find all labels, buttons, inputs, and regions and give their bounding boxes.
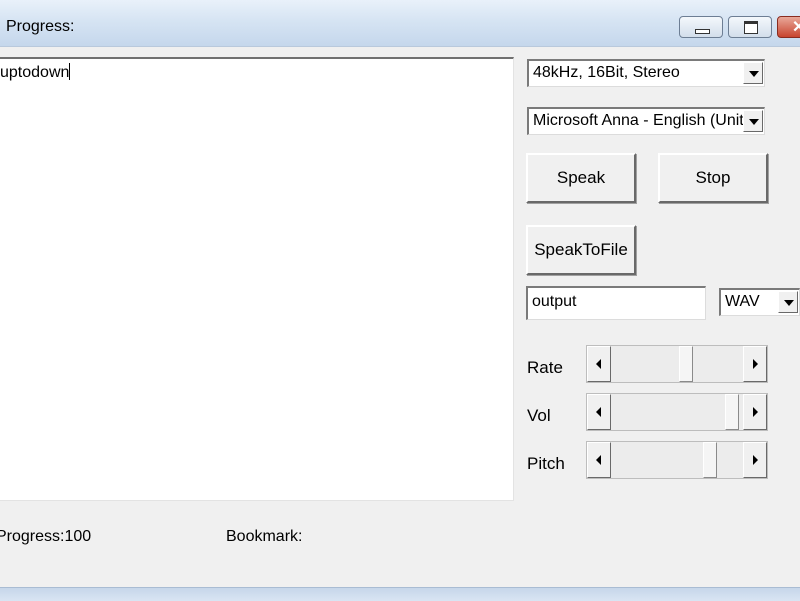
rate-slider-thumb[interactable] [679,346,694,382]
chevron-down-icon[interactable] [743,110,763,132]
pitch-slider-track[interactable] [611,442,743,478]
arrow-left-icon[interactable] [587,346,611,382]
window-title: Progress: [6,18,75,35]
arrow-right-icon[interactable] [743,346,767,382]
vol-label: Vol [527,406,551,425]
pitch-slider-thumb[interactable] [703,442,718,478]
vol-slider-track[interactable] [611,394,743,430]
bookmark-status: Bookmark: [226,528,303,545]
arrow-right-icon[interactable] [743,394,767,430]
voice-value: Microsoft Anna - English (United States) [533,112,764,129]
chevron-down-icon[interactable] [743,62,763,84]
audio-format-select[interactable]: 48kHz, 16Bit, Stereo [527,59,765,87]
rate-slider[interactable] [586,345,768,383]
arrow-left-icon[interactable] [587,394,611,430]
text-caret [69,63,71,80]
maximize-icon [744,21,758,34]
minimize-icon [695,29,710,34]
vol-slider-thumb[interactable] [725,394,740,430]
rate-slider-track[interactable] [611,346,743,382]
audio-format-value: 48kHz, 16Bit, Stereo [533,64,680,81]
close-button[interactable]: ✕ [777,16,800,38]
window-bottom-border [0,587,800,601]
speak-to-file-button[interactable]: SpeakToFile [526,225,636,275]
stop-button[interactable]: Stop [658,153,768,203]
file-type-value: WAV [725,293,760,310]
minimize-button[interactable] [679,16,723,38]
output-filename-value: output [532,293,577,310]
rate-label: Rate [527,358,563,377]
pitch-label: Pitch [527,454,565,473]
progress-status: Progress:100 [0,528,92,545]
arrow-right-icon[interactable] [743,442,767,478]
voice-select[interactable]: Microsoft Anna - English (United States) [527,107,765,135]
editor-text: uptodown [0,63,71,81]
speak-button[interactable]: Speak [526,153,636,203]
vol-slider[interactable] [586,393,768,431]
title-bar: Progress: ✕ [0,0,800,47]
file-type-select[interactable]: WAV [719,288,800,316]
text-editor[interactable]: uptodown [0,57,514,501]
maximize-button[interactable] [728,16,772,38]
arrow-left-icon[interactable] [587,442,611,478]
close-icon: ✕ [792,19,800,36]
chevron-down-icon[interactable] [778,291,798,313]
output-filename-field[interactable]: output [526,286,706,320]
pitch-slider[interactable] [586,441,768,479]
